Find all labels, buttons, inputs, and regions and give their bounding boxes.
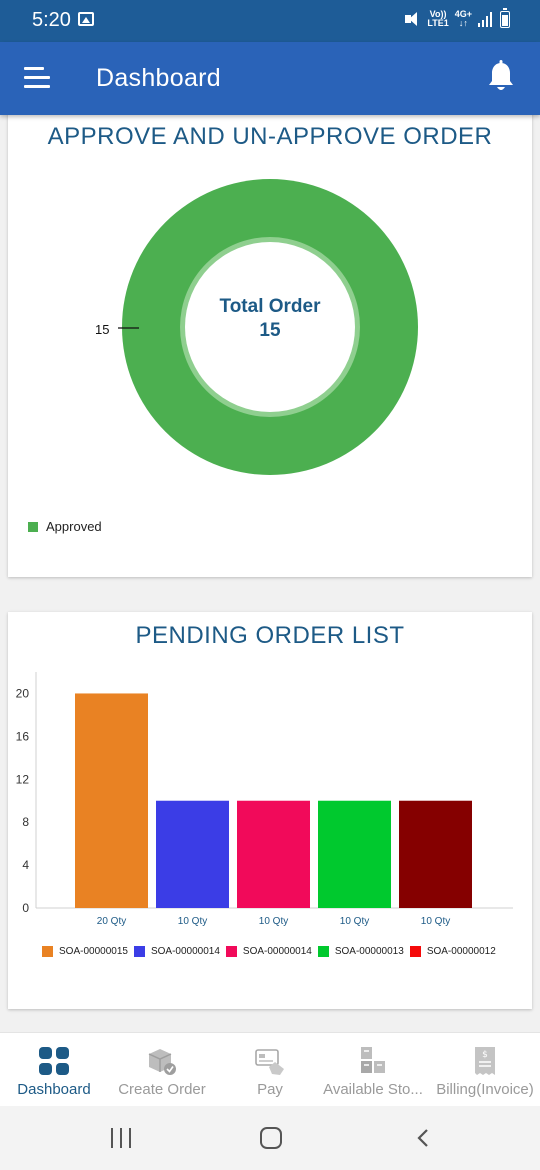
- nav-dashboard[interactable]: Dashboard: [8, 1033, 100, 1107]
- legend-swatch: [225, 945, 237, 957]
- dashboard-content[interactable]: APPROVE AND UN-APPROVE ORDER Total Order…: [0, 115, 540, 1032]
- y-tick-label: 20: [16, 686, 30, 700]
- legend-label: SOA-00000014: [242, 945, 312, 957]
- bar-4: [318, 800, 391, 908]
- legend-item-1: SOA-00000015: [42, 945, 128, 957]
- bell-icon[interactable]: [486, 60, 516, 94]
- nav-available-stock[interactable]: Available Sto...: [318, 1033, 428, 1107]
- legend-label: SOA-00000012: [426, 945, 496, 957]
- y-tick-label: 0: [22, 901, 29, 915]
- package-check-icon: [148, 1049, 176, 1075]
- x-tick-label: 10 Qty: [421, 916, 450, 927]
- legend-swatch: [133, 945, 145, 957]
- mute-icon: [403, 10, 421, 28]
- home-icon[interactable]: [260, 1127, 282, 1149]
- donut-center-value: 15: [259, 320, 281, 341]
- legend-label: SOA-00000014: [150, 945, 220, 957]
- nav-pay[interactable]: Pay: [230, 1033, 310, 1107]
- nav-billing-invoice[interactable]: $ Billing(Invoice): [430, 1033, 540, 1107]
- hamburger-menu-icon[interactable]: [24, 66, 50, 90]
- system-navigation-bar: [0, 1106, 540, 1170]
- donut-center-title: Total Order: [219, 296, 321, 317]
- bar-chart-legend: SOA-00000015 SOA-00000014 SOA-00000014 SOA-…: [42, 945, 512, 957]
- x-tick-label: 10 Qty: [340, 916, 369, 927]
- donut-slice-label: 15: [95, 322, 110, 337]
- legend-item-2: SOA-00000014: [133, 945, 220, 957]
- volte-indicator: Vo)) LTE1: [427, 10, 448, 28]
- legend-label-approved: Approved: [46, 519, 102, 534]
- donut-center-label: Total Order 15: [170, 295, 370, 343]
- dashboard-grid-icon: [39, 1047, 69, 1075]
- app-bar: Dashboard: [0, 42, 540, 115]
- nav-label-pay: Pay: [257, 1081, 283, 1098]
- legend-swatch: [409, 945, 421, 957]
- legend-swatch: [42, 945, 53, 957]
- card-payment-icon: [255, 1049, 284, 1075]
- svg-text:$: $: [482, 1050, 488, 1060]
- legend-swatch: [317, 945, 329, 957]
- bar-2: [156, 800, 229, 908]
- legend-label: SOA-00000015: [59, 945, 128, 957]
- bar-5: [399, 800, 472, 908]
- nav-create-order[interactable]: Create Order: [110, 1033, 214, 1107]
- bar-1: [75, 693, 148, 908]
- nav-label-create-order: Create Order: [118, 1081, 206, 1098]
- bottom-navigation: Dashboard Create Order Pay Available Sto…: [0, 1032, 540, 1106]
- x-tick-label: 10 Qty: [178, 916, 207, 927]
- y-tick-label: 16: [16, 729, 30, 743]
- approve-order-card: APPROVE AND UN-APPROVE ORDER Total Order…: [8, 115, 532, 577]
- approve-donut-chart: [118, 179, 418, 475]
- bar-3: [237, 800, 310, 908]
- y-tick-label: 8: [22, 815, 29, 829]
- stock-boxes-icon: [361, 1047, 385, 1073]
- invoice-receipt-icon: $: [475, 1047, 495, 1075]
- donut-legend: Approved: [28, 519, 102, 534]
- recent-apps-icon[interactable]: [111, 1128, 131, 1148]
- legend-label: SOA-00000013: [334, 945, 404, 957]
- status-bar: 5:20 Vo)) LTE1 4G+ ↓↑: [0, 0, 540, 42]
- legend-item-3: SOA-00000014: [225, 945, 312, 957]
- network-indicator: 4G+ ↓↑: [455, 10, 472, 28]
- pending-order-bar-chart: 0 4 8 12 16 20 20 Qty 10 Qty 10 Qty 10 Qty 10 Qty: [16, 672, 513, 927]
- legend-swatch-approved: [28, 521, 38, 532]
- image-notification-icon: [78, 12, 94, 26]
- nav-label-dashboard: Dashboard: [17, 1081, 91, 1098]
- nav-label-available-stock: Available Sto...: [323, 1081, 423, 1098]
- battery-icon: [500, 7, 510, 28]
- status-time: 5:20: [32, 9, 71, 31]
- y-tick-label: 4: [22, 858, 29, 872]
- signal-icon: [478, 11, 494, 27]
- page-title: Dashboard: [96, 64, 222, 92]
- volte-line2: LTE1: [427, 18, 449, 28]
- legend-item-4: SOA-00000013: [317, 945, 404, 957]
- x-tick-label: 20 Qty: [97, 916, 126, 927]
- network-line2: ↓↑: [458, 18, 468, 28]
- y-tick-label: 12: [16, 772, 30, 786]
- pending-order-card: PENDING ORDER LIST 0 4 8 12 16 20 20 Qty 10 Qty…: [8, 612, 532, 1009]
- x-tick-label: 10 Qty: [259, 916, 288, 927]
- legend-item-5: SOA-00000012: [409, 945, 496, 957]
- back-icon[interactable]: [414, 1128, 434, 1148]
- status-indicators: Vo)) LTE1 4G+ ↓↑: [403, 7, 510, 28]
- nav-label-billing-invoice: Billing(Invoice): [436, 1081, 534, 1098]
